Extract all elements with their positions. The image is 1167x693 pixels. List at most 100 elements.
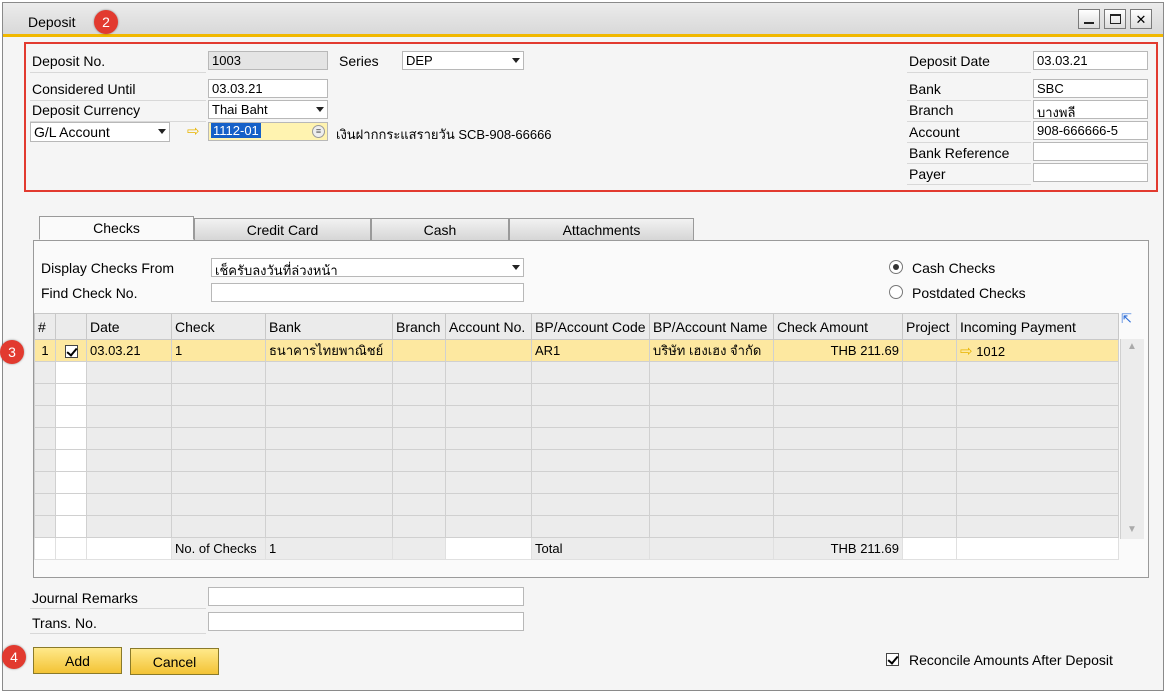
series-label: Series bbox=[339, 53, 379, 69]
column-header[interactable]: Bank bbox=[265, 313, 393, 340]
check-cell[interactable]: 1 bbox=[171, 339, 266, 362]
link-arrow-icon[interactable]: ⇨ bbox=[960, 343, 973, 360]
row-select-checkbox[interactable] bbox=[64, 345, 78, 359]
trans-no-label: Trans. No. bbox=[32, 615, 97, 631]
display-checks-from-value: เช็ครับลงวันที่ล่วงหน้า bbox=[215, 263, 338, 277]
column-header[interactable]: Check Amount bbox=[773, 313, 903, 340]
postdated-checks-label: Postdated Checks bbox=[912, 285, 1026, 301]
postdated-checks-radio[interactable] bbox=[889, 285, 903, 299]
payer-field[interactable] bbox=[1033, 163, 1148, 182]
amount-cell[interactable]: THB 211.69 bbox=[773, 339, 903, 362]
bp-code-cell[interactable]: AR1 bbox=[531, 339, 650, 362]
incoming-payment-cell[interactable]: ⇨ 1012 bbox=[956, 339, 1119, 362]
deposit-currency-select[interactable]: Thai Baht bbox=[208, 100, 328, 119]
gl-account-type-select[interactable]: G/L Account bbox=[30, 122, 170, 142]
branch-field[interactable]: บางพลี bbox=[1033, 100, 1148, 119]
bank-reference-label: Bank Reference bbox=[909, 145, 1010, 161]
no-of-checks-label: No. of Checks bbox=[171, 537, 266, 560]
bank-cell[interactable]: ธนาคารไทยพาณิชย์ bbox=[265, 339, 393, 362]
reconcile-checkbox[interactable] bbox=[886, 653, 899, 667]
gl-account-type-value: G/L Account bbox=[34, 124, 110, 140]
row-select-cell[interactable] bbox=[55, 339, 87, 362]
divider bbox=[30, 608, 206, 609]
series-select[interactable]: DEP bbox=[402, 51, 524, 70]
column-header[interactable] bbox=[55, 313, 87, 340]
column-header[interactable]: Project bbox=[902, 313, 957, 340]
window-title: Deposit bbox=[28, 14, 76, 30]
cancel-button[interactable]: Cancel bbox=[130, 648, 219, 675]
account-no-cell[interactable] bbox=[445, 339, 532, 362]
table-scrollbar[interactable]: ▲ ▼ bbox=[1120, 339, 1144, 539]
title-bar: Deposit ✕ bbox=[3, 3, 1163, 37]
display-checks-from-label: Display Checks From bbox=[41, 260, 175, 276]
table-row bbox=[34, 515, 1119, 538]
divider bbox=[30, 72, 206, 73]
display-checks-from-select[interactable]: เช็ครับลงวันที่ล่วงหน้า bbox=[211, 258, 524, 277]
project-cell[interactable] bbox=[902, 339, 957, 362]
minimize-icon bbox=[1084, 22, 1094, 24]
find-check-no-label: Find Check No. bbox=[41, 285, 138, 301]
considered-until-field[interactable]: 03.03.21 bbox=[208, 79, 328, 98]
tab-attachments[interactable]: Attachments bbox=[509, 218, 694, 241]
account-field[interactable]: 908-666666-5 bbox=[1033, 121, 1148, 140]
no-of-checks-value: 1 bbox=[265, 537, 393, 560]
deposit-no-label: Deposit No. bbox=[32, 53, 106, 69]
column-header[interactable]: # bbox=[34, 313, 56, 340]
cash-checks-radio[interactable] bbox=[889, 260, 903, 274]
deposit-currency-label: Deposit Currency bbox=[32, 102, 141, 118]
choose-from-list-icon[interactable]: ≡ bbox=[312, 125, 325, 138]
chevron-down-icon bbox=[512, 58, 520, 63]
column-header[interactable]: Incoming Payment bbox=[956, 313, 1119, 340]
table-row bbox=[34, 427, 1119, 450]
journal-remarks-input[interactable] bbox=[208, 587, 524, 606]
bank-reference-field[interactable] bbox=[1033, 142, 1148, 161]
column-header[interactable]: BP/Account Code bbox=[531, 313, 650, 340]
divider bbox=[907, 142, 1031, 143]
annotation-badge-2: 2 bbox=[94, 10, 118, 34]
maximize-icon bbox=[1109, 14, 1121, 24]
deposit-no-field: 1003 bbox=[208, 51, 328, 70]
divider bbox=[907, 121, 1031, 122]
bank-field[interactable]: SBC bbox=[1033, 79, 1148, 98]
total-value: THB 211.69 bbox=[773, 537, 903, 560]
tab-credit-card[interactable]: Credit Card bbox=[194, 218, 371, 241]
add-button[interactable]: Add bbox=[33, 647, 122, 674]
deposit-date-field[interactable]: 03.03.21 bbox=[1033, 51, 1148, 70]
divider bbox=[907, 100, 1031, 101]
date-cell[interactable]: 03.03.21 bbox=[86, 339, 172, 362]
column-header[interactable]: Branch bbox=[392, 313, 446, 340]
divider bbox=[907, 72, 1031, 73]
scroll-down-icon[interactable]: ▼ bbox=[1127, 524, 1137, 535]
maximize-button[interactable] bbox=[1104, 9, 1126, 29]
column-header[interactable]: Check bbox=[171, 313, 266, 340]
considered-until-label: Considered Until bbox=[32, 81, 136, 97]
link-arrow-icon[interactable]: ⇨ bbox=[187, 122, 200, 140]
tab-cash[interactable]: Cash bbox=[371, 218, 509, 241]
bp-name-cell[interactable]: บริษัท เฮงเฮง จำกัด bbox=[649, 339, 774, 362]
incoming-payment-value: 1012 bbox=[976, 343, 1006, 359]
table-row bbox=[34, 449, 1119, 472]
series-value: DEP bbox=[406, 53, 433, 68]
divider bbox=[907, 163, 1031, 164]
tab-checks[interactable]: Checks bbox=[39, 216, 194, 240]
column-header[interactable]: BP/Account Name bbox=[649, 313, 774, 340]
deposit-date-label: Deposit Date bbox=[909, 53, 990, 69]
column-header[interactable]: Account No. bbox=[445, 313, 532, 340]
payer-label: Payer bbox=[909, 166, 946, 182]
gl-account-code-field[interactable]: 1112-01 ≡ bbox=[208, 122, 328, 141]
find-check-no-input[interactable] bbox=[211, 283, 524, 302]
close-button[interactable]: ✕ bbox=[1130, 9, 1152, 29]
column-header[interactable]: Date bbox=[86, 313, 172, 340]
table-row[interactable]: 1 03.03.21 1 ธนาคารไทยพาณิชย์ AR1 บริษัท… bbox=[34, 339, 1119, 362]
chevron-down-icon bbox=[512, 265, 520, 270]
table-header-row: # Date Check Bank Branch Account No. BP/… bbox=[34, 313, 1119, 340]
total-label: Total bbox=[531, 537, 650, 560]
minimize-button[interactable] bbox=[1078, 9, 1100, 29]
branch-cell[interactable] bbox=[392, 339, 446, 362]
expand-icon[interactable]: ⇱ bbox=[1121, 311, 1132, 327]
scroll-up-icon[interactable]: ▲ bbox=[1127, 341, 1137, 352]
trans-no-field[interactable] bbox=[208, 612, 524, 631]
gl-account-code-value: 1112-01 bbox=[211, 123, 261, 138]
reconcile-label: Reconcile Amounts After Deposit bbox=[909, 652, 1113, 668]
close-icon: ✕ bbox=[1135, 11, 1147, 27]
